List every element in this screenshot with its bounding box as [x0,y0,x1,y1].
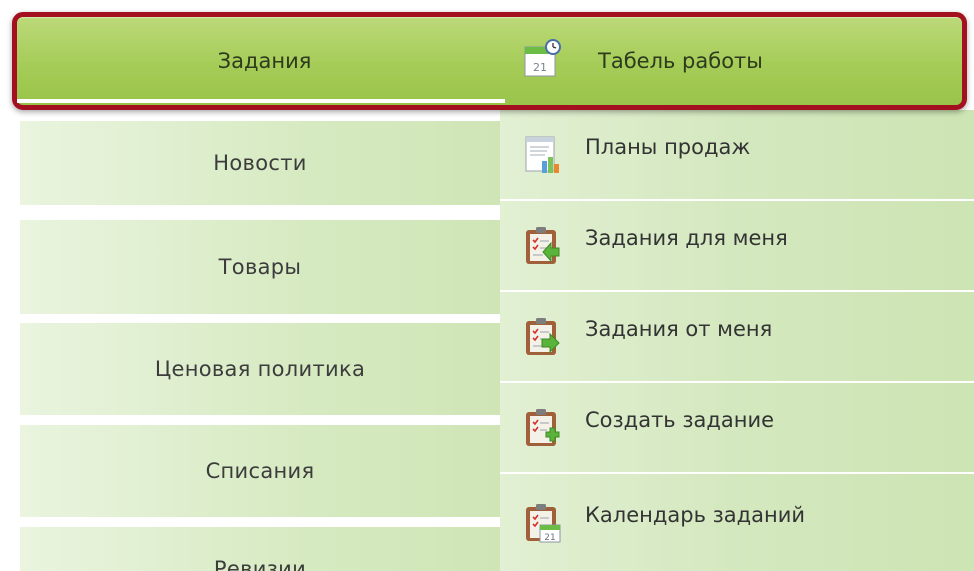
submenu-item-task-calendar[interactable]: 21 Календарь заданий [500,474,974,571]
submenu-item-label: Табель работы [598,49,763,73]
submenu-item-tasks-from-me[interactable]: Задания от меня [500,292,974,383]
nav-item-tasks-active[interactable]: Задания [17,17,512,105]
divider [17,99,505,103]
submenu-item-label: Задания для меня [585,225,788,250]
task-incoming-icon [525,226,561,266]
active-menu-row-highlight[interactable]: Задания 21 Табель работы [12,12,967,110]
sales-plan-chart-icon [525,135,561,175]
nav-item-label: Списания [205,459,315,483]
submenu-item-create-task[interactable]: Создать задание [500,383,974,474]
submenu: Планы продаж Задания для меня Задания от… [500,110,974,571]
nav-item-label: Ревизии [213,557,307,571]
svg-text:21: 21 [533,61,547,74]
submenu-item-sales-plans[interactable]: Планы продаж [500,110,974,201]
timesheet-calendar-icon: 21 [522,38,562,84]
svg-text:21: 21 [544,533,555,543]
nav-item-label: Товары [218,255,302,279]
task-create-icon [525,408,561,448]
task-calendar-icon: 21 [525,503,561,543]
nav-item-products[interactable]: Товары [20,220,500,314]
nav-item-audits[interactable]: Ревизии [20,527,500,571]
submenu-item-label: Календарь заданий [585,502,806,527]
submenu-item-label: Планы продаж [585,134,751,159]
nav-item-news[interactable]: Новости [20,121,500,205]
nav-item-label: Задания [217,49,312,73]
nav-item-write-offs[interactable]: Списания [20,425,500,517]
submenu-item-tasks-for-me[interactable]: Задания для меня [500,201,974,292]
nav-item-label: Ценовая политика [154,357,366,381]
nav-item-label: Новости [213,151,307,175]
nav-item-pricing-policy[interactable]: Ценовая политика [20,323,500,415]
submenu-item-label: Создать задание [585,407,775,432]
task-outgoing-icon [525,317,561,357]
menu-screen: Новости Товары Ценовая политика Списания… [0,0,974,571]
submenu-item-timesheet[interactable]: 21 Табель работы [522,17,763,105]
submenu-item-label: Задания от меня [585,316,773,341]
